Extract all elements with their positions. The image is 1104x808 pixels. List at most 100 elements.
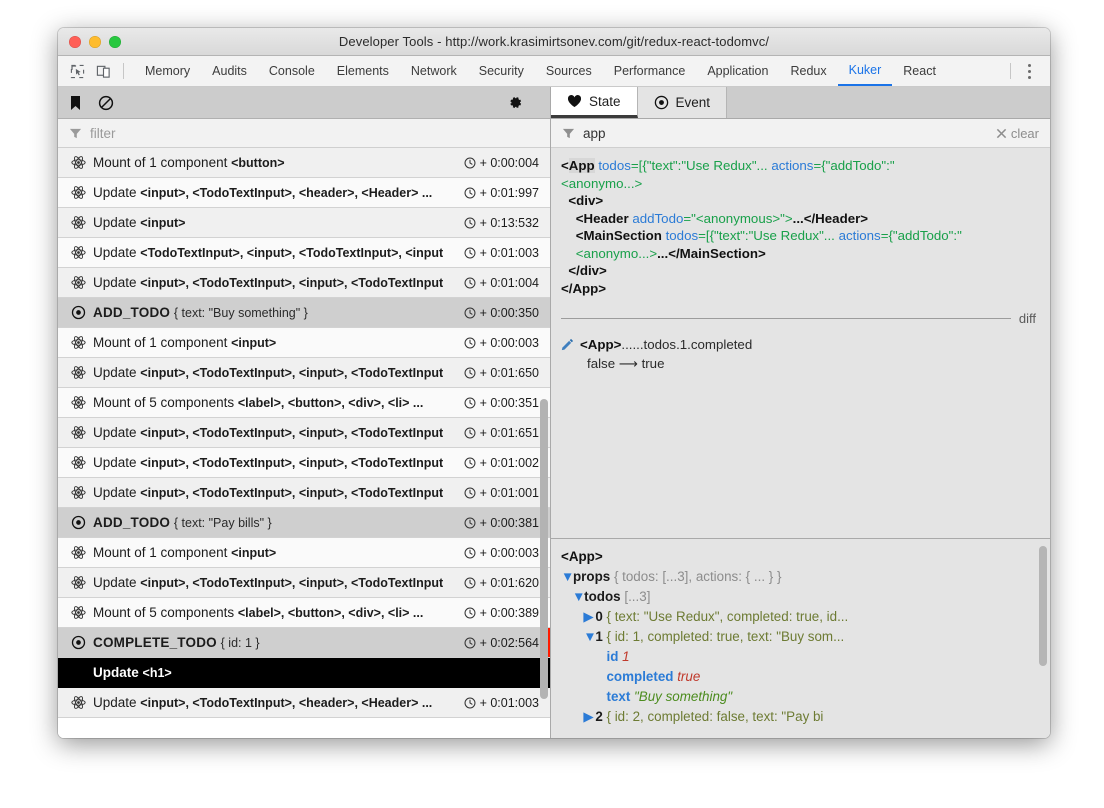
disclosure-triangle-icon[interactable] [594, 667, 606, 687]
event-row[interactable]: Mount of 5 components <label>, <button>,… [58, 388, 550, 418]
props-tree-row[interactable]: ▶0 { text: "Use Redux", completed: true,… [561, 607, 1032, 627]
event-row[interactable]: Mount of 1 component <input>+ 0:00:003 [58, 328, 550, 358]
event-row[interactable]: Update <input>, <TodoTextInput>, <input>… [58, 448, 550, 478]
tab-react[interactable]: React [892, 56, 947, 86]
funnel-icon [562, 127, 575, 140]
props-tree-row[interactable]: text "Buy something" [561, 687, 1032, 707]
clock-icon [464, 157, 476, 169]
device-toolbar-icon[interactable] [90, 60, 116, 82]
props-tree-row[interactable]: ▶2 { id: 2, completed: false, text: "Pay… [561, 707, 1032, 727]
minimize-window-button[interactable] [89, 36, 101, 48]
scrollbar-thumb[interactable] [540, 399, 548, 699]
event-row[interactable]: Update <input>, <TodoTextInput>, <input>… [58, 418, 550, 448]
component-tree-line[interactable]: <anonymo...> [561, 175, 1036, 193]
tab-console[interactable]: Console [258, 56, 326, 86]
tab-network[interactable]: Network [400, 56, 468, 86]
disclosure-triangle-icon[interactable]: ▶ [583, 607, 595, 627]
clock-icon [464, 697, 476, 709]
tab-state[interactable]: State [551, 87, 638, 118]
event-row-label: Update <input>, <TodoTextInput>, <input>… [93, 485, 464, 500]
disclosure-triangle-icon[interactable]: ▼ [561, 567, 573, 587]
event-row[interactable]: Mount of 5 components <label>, <button>,… [58, 598, 550, 628]
diff-values: false ⟶ true [587, 354, 1050, 373]
clock-icon [464, 487, 476, 499]
no-entry-icon[interactable] [98, 95, 114, 111]
event-row-label: Mount of 1 component <input> [93, 545, 464, 560]
tab-redux[interactable]: Redux [779, 56, 837, 86]
right-filter-bar[interactable]: app clear [551, 119, 1050, 148]
props-key: 2 [595, 709, 602, 724]
component-tree-line[interactable]: <MainSection todos=[{"text":"Use Redux".… [561, 227, 1036, 245]
tab-event[interactable]: Event [638, 87, 728, 118]
props-scrollbar[interactable] [1039, 544, 1047, 733]
close-window-button[interactable] [69, 36, 81, 48]
devtools-tabbar-right [1003, 63, 1044, 79]
event-row-timestamp: + 0:00:003 [464, 546, 550, 560]
event-row[interactable]: Update <h1> [58, 658, 550, 688]
disclosure-triangle-icon[interactable] [594, 647, 606, 667]
component-tree-line[interactable]: </App> [561, 280, 1036, 298]
right-filter-input[interactable]: app [583, 126, 606, 141]
gear-icon[interactable] [508, 95, 523, 110]
tab-performance[interactable]: Performance [603, 56, 697, 86]
maximize-window-button[interactable] [109, 36, 121, 48]
event-row-label: Update <input>, <TodoTextInput>, <input>… [93, 425, 464, 440]
left-filter-bar[interactable]: filter [58, 119, 550, 148]
event-row[interactable]: Update <input>, <TodoTextInput>, <input>… [58, 358, 550, 388]
event-row[interactable]: ADD_TODO { text: "Pay bills" }+ 0:00:381 [58, 508, 550, 538]
react-atom-icon [71, 155, 93, 170]
bookmark-icon[interactable] [69, 95, 82, 111]
event-row[interactable]: Mount of 1 component <input>+ 0:00:003 [58, 538, 550, 568]
props-tree-row[interactable]: ▼1 { id: 1, completed: true, text: "Buy … [561, 627, 1032, 647]
component-tree-line[interactable]: </div> [561, 262, 1036, 280]
props-tree-row[interactable]: ▼todos [...3] [561, 587, 1032, 607]
react-atom-icon [71, 365, 93, 380]
event-row[interactable]: Update <input>, <TodoTextInput>, <input>… [58, 268, 550, 298]
tab-audits[interactable]: Audits [201, 56, 258, 86]
event-row[interactable]: COMPLETE_TODO { id: 1 }+ 0:02:564 [58, 628, 550, 658]
target-icon [654, 95, 669, 110]
props-tree-row[interactable]: completed true [561, 667, 1032, 687]
clear-filter-button[interactable]: clear [996, 126, 1039, 141]
right-panel: State Event app clear [551, 87, 1050, 738]
component-tree-line[interactable]: <Header addTodo="<anonymous>">...</Heade… [561, 210, 1036, 228]
event-row[interactable]: ADD_TODO { text: "Buy something" }+ 0:00… [58, 298, 550, 328]
disclosure-triangle-icon[interactable]: ▼ [572, 587, 584, 607]
props-tree-row[interactable]: id 1 [561, 647, 1032, 667]
clock-icon [464, 637, 476, 649]
tab-elements[interactable]: Elements [326, 56, 400, 86]
event-row[interactable]: Update <input>+ 0:13:532 [58, 208, 550, 238]
component-tree-line[interactable]: <anonymo...>...</MainSection> [561, 245, 1036, 263]
tab-sources[interactable]: Sources [535, 56, 603, 86]
clock-icon [464, 307, 476, 319]
event-row[interactable]: Update <input>, <TodoTextInput>, <input>… [58, 478, 550, 508]
left-filter-input[interactable]: filter [90, 126, 116, 141]
component-tree-line[interactable]: <App todos=[{"text":"Use Redux"... actio… [561, 157, 1036, 175]
disclosure-triangle-icon[interactable] [594, 687, 606, 707]
tab-application[interactable]: Application [696, 56, 779, 86]
disclosure-triangle-icon[interactable]: ▼ [583, 627, 595, 647]
event-row[interactable]: Update <input>, <TodoTextInput>, <input>… [58, 568, 550, 598]
event-list-scrollbar[interactable] [540, 151, 548, 735]
tab-kuker[interactable]: Kuker [838, 56, 893, 86]
diff-separator: diff [561, 311, 1036, 326]
diff-rule [561, 318, 1011, 319]
event-row[interactable]: Mount of 1 component <button>+ 0:00:004 [58, 148, 550, 178]
props-key: todos [584, 589, 620, 604]
tab-security[interactable]: Security [468, 56, 535, 86]
event-row[interactable]: Update <TodoTextInput>, <input>, <TodoTe… [58, 238, 550, 268]
event-row[interactable]: Update <input>, <TodoTextInput>, <header… [58, 688, 550, 718]
disclosure-triangle-icon[interactable]: ▶ [583, 707, 595, 727]
props-tree-row[interactable]: ▼props { todos: [...3], actions: { ... }… [561, 567, 1032, 587]
event-row-timestamp: + 0:00:004 [464, 156, 550, 170]
inspect-element-icon[interactable] [64, 60, 90, 82]
react-atom-icon [71, 395, 93, 410]
clock-icon [464, 457, 476, 469]
scrollbar-thumb[interactable] [1039, 546, 1047, 666]
component-tree-line[interactable]: <div> [561, 192, 1036, 210]
kebab-menu-icon[interactable] [1028, 64, 1032, 79]
tab-memory[interactable]: Memory [134, 56, 201, 86]
clear-filter-label: clear [1011, 126, 1039, 141]
event-row[interactable]: Update <input>, <TodoTextInput>, <header… [58, 178, 550, 208]
diff-label: diff [1019, 311, 1036, 326]
